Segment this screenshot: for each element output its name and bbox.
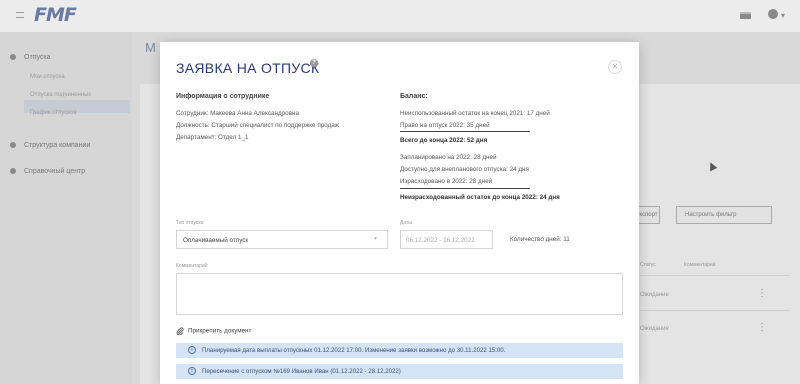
attach-document-label: Прикрепить документ bbox=[188, 327, 252, 335]
balance-unused-2021: Неиспользованный остаток на конец 2021: … bbox=[400, 110, 550, 117]
sidebar: Отпуска Мои отпуска Отпуска подчиненных … bbox=[0, 32, 132, 384]
balance-divider bbox=[400, 188, 530, 189]
dates-value: 06.12.2022 - 16.12.2022 bbox=[406, 237, 475, 244]
sidebar-item-vacations[interactable]: Отпуска bbox=[10, 54, 50, 61]
employee-department: Департамент: Отдел 1_1 bbox=[176, 134, 249, 141]
comment-label: Комментарий bbox=[176, 263, 208, 269]
dates-input[interactable]: 06.12.2022 - 16.12.2022 bbox=[400, 230, 493, 249]
table-cell-status: Ожидание bbox=[640, 292, 669, 298]
vacation-request-modal: ЗАЯВКА НА ОТПУСК ? ✕ Информация о сотруд… bbox=[160, 42, 639, 384]
language-flag-icon[interactable] bbox=[740, 12, 751, 19]
balance-available: Доступно для внепланового отпуска: 24 дн… bbox=[400, 166, 529, 173]
info-icon: i bbox=[188, 367, 196, 375]
top-bar: FMF ▾ bbox=[0, 0, 800, 32]
balance-right-2022: Право на отпуск 2022: 35 дней bbox=[400, 122, 490, 129]
close-icon: ✕ bbox=[611, 62, 619, 71]
table-divider bbox=[640, 275, 790, 276]
alert-text: Планируемая дата выплаты отпускных 01.12… bbox=[202, 347, 506, 354]
row-menu-icon[interactable]: ⋮ bbox=[757, 288, 767, 299]
employee-name: Сотрудник: Макеева Анна Александровна bbox=[176, 110, 300, 117]
info-icon: i bbox=[188, 346, 196, 354]
employee-position: Должность: Старший специалист по поддерж… bbox=[176, 122, 339, 129]
column-header-status: Статус bbox=[640, 262, 656, 268]
comment-textarea[interactable] bbox=[176, 273, 623, 315]
overlap-alert: i Пересечение с отпуском №169 Иванов Ива… bbox=[176, 364, 623, 379]
modal-title: ЗАЯВКА НА ОТПУСК bbox=[176, 60, 320, 76]
sidebar-item-company-structure[interactable]: Структура компании bbox=[10, 142, 90, 149]
paperclip-icon bbox=[176, 327, 184, 335]
column-header-comment: Комментарий bbox=[684, 262, 716, 268]
balance-spent: Израсходовано в 2022: 28 дней bbox=[400, 178, 493, 185]
balance-planned: Запланировано на 2022: 28 дней bbox=[400, 154, 497, 161]
balance-divider bbox=[400, 131, 530, 132]
structure-icon bbox=[10, 142, 16, 149]
close-button[interactable]: ✕ bbox=[608, 60, 622, 74]
employee-info-heading: Информация о сотруднике bbox=[176, 93, 270, 100]
attach-document-link[interactable]: Прикрепить документ bbox=[176, 322, 251, 340]
user-icon[interactable] bbox=[768, 9, 778, 19]
chevron-down-icon[interactable]: ▾ bbox=[781, 11, 785, 20]
payment-date-alert: i Планируемая дата выплаты отпускных 01.… bbox=[176, 343, 623, 358]
app-logo[interactable]: FMF bbox=[34, 4, 77, 26]
dates-label: Даты bbox=[400, 220, 412, 226]
vacation-icon bbox=[10, 54, 16, 61]
table-cell-status: Ожидание bbox=[640, 326, 669, 332]
alert-text: Пересечение с отпуском №169 Иванов Иван … bbox=[202, 368, 401, 375]
vacation-type-label: Тип отпуска bbox=[176, 220, 204, 226]
sidebar-item-vacation-schedule[interactable]: График отпусков bbox=[30, 110, 77, 116]
sidebar-item-help-center[interactable]: Справочный центр bbox=[10, 168, 85, 175]
table-divider bbox=[640, 310, 790, 311]
days-count: Количество дней: 11 bbox=[510, 236, 570, 243]
vacation-type-value: Оплачиваемый отпуск bbox=[183, 237, 249, 244]
sidebar-item-subordinate-vacations[interactable]: Отпуска подчиненных bbox=[30, 92, 91, 98]
balance-total: Всего до конца 2022: 52 дня bbox=[400, 137, 488, 144]
vacation-type-select[interactable]: Оплачиваемый отпуск ▾ bbox=[176, 230, 388, 249]
filter-button[interactable]: Настроить фильтр bbox=[676, 206, 772, 224]
sidebar-item-my-vacations[interactable]: Мои отпуска bbox=[30, 74, 65, 80]
balance-remaining: Неизрасходованный остаток до конца 2022:… bbox=[400, 194, 560, 201]
help-icon[interactable]: ? bbox=[310, 59, 318, 67]
row-menu-icon[interactable]: ⋮ bbox=[757, 322, 767, 333]
page-title: М bbox=[145, 40, 156, 55]
menu-icon[interactable] bbox=[16, 12, 24, 18]
chevron-down-icon: ▾ bbox=[374, 236, 378, 242]
balance-heading: Баланс: bbox=[400, 93, 428, 100]
help-center-icon bbox=[10, 168, 16, 175]
